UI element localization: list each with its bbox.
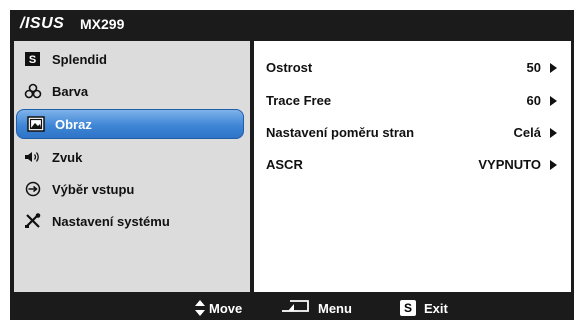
setting-name: ASCR bbox=[266, 157, 303, 172]
menu-item-label: Nastavení systému bbox=[52, 214, 170, 229]
model-name: MX299 bbox=[80, 16, 125, 32]
exit-label: Exit bbox=[424, 301, 448, 316]
menu-item-label: Barva bbox=[52, 84, 89, 99]
setting-value: VYPNUTO bbox=[478, 157, 541, 172]
menu-item-input-select[interactable]: Výběr vstupu bbox=[14, 175, 250, 203]
arrow-right-icon bbox=[550, 63, 557, 73]
exit-hint: S Exit bbox=[400, 300, 470, 316]
menu-item-image[interactable]: Obraz bbox=[16, 109, 244, 139]
arrow-right-icon bbox=[550, 96, 557, 106]
setting-name: Trace Free bbox=[266, 93, 332, 108]
setting-row-ascr[interactable]: ASCR VYPNUTO bbox=[254, 154, 571, 176]
up-down-arrows-icon bbox=[195, 300, 205, 319]
svg-text:S: S bbox=[29, 54, 36, 66]
menu-item-color[interactable]: Barva bbox=[14, 77, 250, 105]
menu-item-splendid[interactable]: S Splendid bbox=[14, 45, 250, 73]
arrow-right-icon bbox=[550, 128, 557, 138]
key-hints-bar: Move Menu S Exit bbox=[10, 296, 574, 320]
setting-row-sharpness[interactable]: Ostrost 50 bbox=[254, 57, 571, 79]
menu-item-label: Splendid bbox=[52, 52, 107, 67]
menu-item-label: Obraz bbox=[55, 117, 92, 132]
speaker-icon bbox=[24, 149, 42, 165]
enter-icon bbox=[280, 300, 310, 319]
osd-header: /ISUS MX299 bbox=[10, 10, 574, 37]
osd-window: /ISUS MX299 S Splendid Barva Obraz Zvuk … bbox=[10, 10, 574, 320]
menu-hint: Menu bbox=[280, 300, 370, 316]
setting-row-aspect-control[interactable]: Nastavení poměru stran Celá bbox=[254, 122, 571, 144]
arrow-right-icon bbox=[550, 160, 557, 170]
brand-logo: /ISUS bbox=[20, 15, 65, 32]
menu-item-label: Zvuk bbox=[52, 150, 83, 165]
move-label: Move bbox=[209, 301, 243, 316]
menu-item-label: Výběr vstupu bbox=[52, 182, 135, 197]
menu-label: Menu bbox=[318, 301, 352, 316]
setting-value: 60 bbox=[526, 93, 541, 108]
setting-name: Nastavení poměru stran bbox=[266, 125, 415, 140]
setting-name: Ostrost bbox=[266, 60, 313, 75]
splendid-s-icon: S bbox=[24, 51, 42, 67]
settings-panel: Ostrost 50 Trace Free 60 Nastavení poměr… bbox=[254, 41, 571, 292]
move-hint: Move bbox=[195, 300, 265, 316]
menu-item-system-setup[interactable]: Nastavení systému bbox=[14, 207, 250, 235]
main-menu: S Splendid Barva Obraz Zvuk Výběr vstupu… bbox=[14, 41, 250, 292]
s-key-icon: S bbox=[400, 300, 416, 316]
setting-row-trace-free[interactable]: Trace Free 60 bbox=[254, 90, 571, 112]
menu-item-sound[interactable]: Zvuk bbox=[14, 143, 250, 171]
color-icon bbox=[24, 83, 42, 99]
image-icon bbox=[27, 116, 45, 132]
input-icon bbox=[24, 181, 42, 197]
tools-icon bbox=[24, 213, 42, 229]
setting-value: Celá bbox=[513, 125, 541, 140]
setting-value: 50 bbox=[526, 60, 541, 75]
